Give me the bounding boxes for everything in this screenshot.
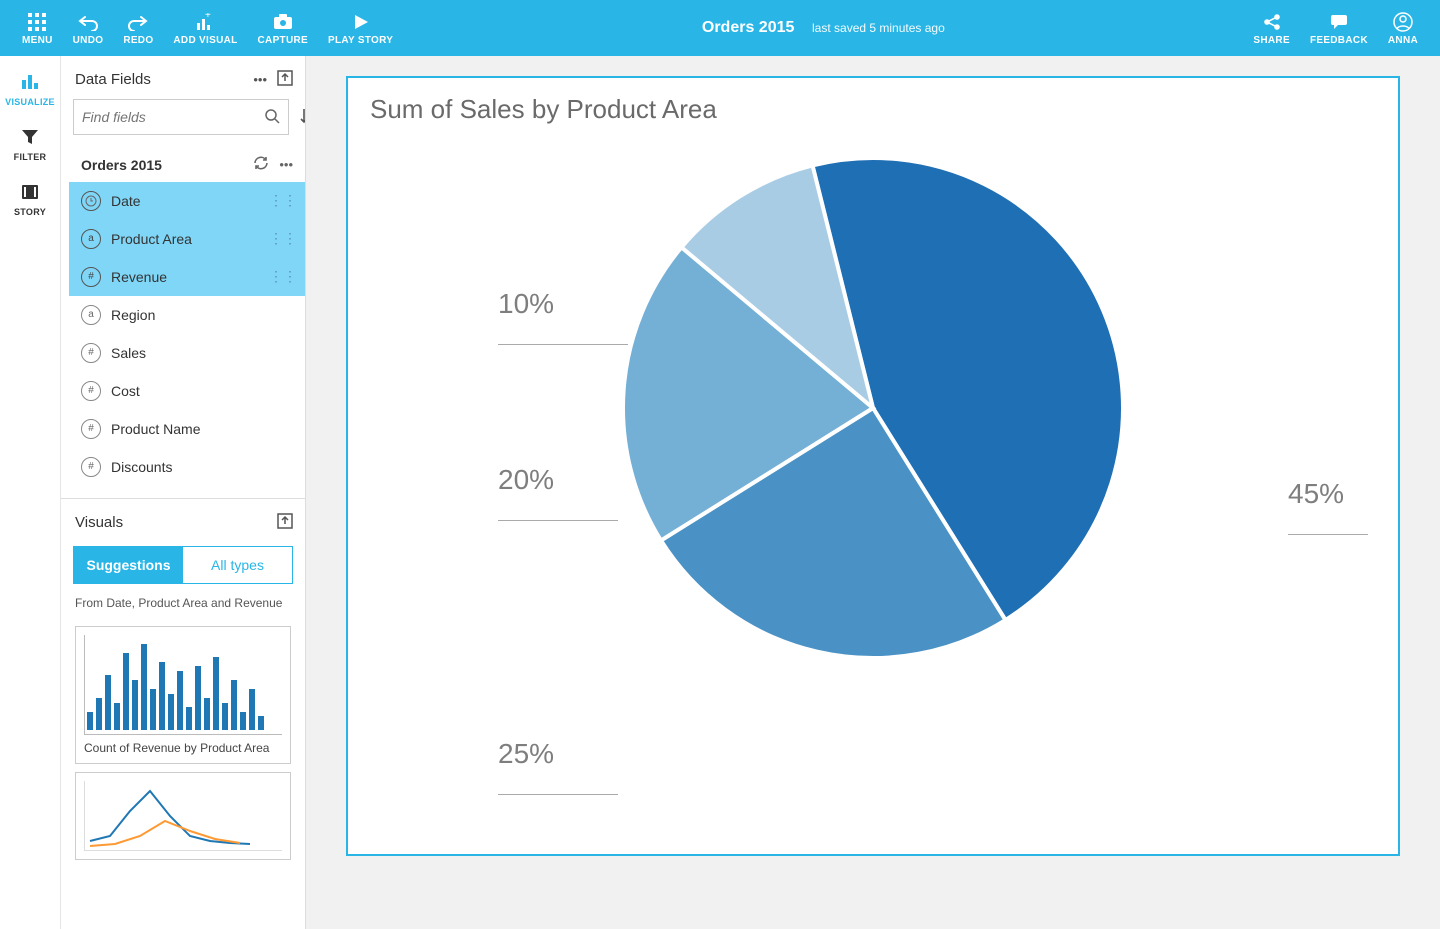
share-label: SHARE xyxy=(1253,35,1290,46)
document-title: Orders 2015 xyxy=(702,19,795,36)
rail-story-label: STORY xyxy=(14,207,46,217)
top-toolbar: MENU UNDO REDO + ADD VISUAL CAPTURE PLAY… xyxy=(0,0,1440,56)
field-label: Sales xyxy=(111,345,305,361)
field-item[interactable]: # Sales xyxy=(69,334,305,372)
capture-button[interactable]: CAPTURE xyxy=(248,7,318,50)
grid-menu-icon xyxy=(28,11,46,33)
filter-icon xyxy=(21,129,39,148)
more-icon[interactable]: ••• xyxy=(253,72,267,87)
bar-thumbnail-icon xyxy=(84,635,282,735)
field-item[interactable]: # Product Name xyxy=(69,410,305,448)
sort-toggle-icon[interactable] xyxy=(299,107,306,128)
field-item[interactable]: # Discounts xyxy=(69,448,305,486)
rail-filter-label: FILTER xyxy=(14,152,47,162)
menu-label: MENU xyxy=(22,35,53,46)
fields-panel: Data Fields ••• Orders 2015 ••• Date⋮⋮aP… xyxy=(60,56,306,929)
tab-all-types[interactable]: All types xyxy=(183,547,292,583)
search-input[interactable] xyxy=(82,109,264,125)
visual-suggestion-thumb-2[interactable] xyxy=(75,772,291,860)
play-story-button[interactable]: PLAY STORY xyxy=(318,7,403,50)
line-thumbnail-icon xyxy=(84,781,282,851)
undo-icon xyxy=(78,11,98,33)
chart-title: Sum of Sales by Product Area xyxy=(370,94,1376,125)
dataset-more-icon[interactable]: ••• xyxy=(279,157,293,172)
user-label: ANNA xyxy=(1388,35,1418,46)
search-icon xyxy=(264,108,280,127)
drag-handle-icon[interactable]: ⋮⋮ xyxy=(269,230,297,247)
drag-handle-icon[interactable]: ⋮⋮ xyxy=(269,192,297,209)
pie-label-45: 45% xyxy=(1288,478,1368,542)
field-label: Region xyxy=(111,307,305,323)
story-icon xyxy=(21,184,39,203)
refresh-icon[interactable] xyxy=(253,155,269,174)
upload-visual-icon[interactable] xyxy=(277,513,293,532)
field-type-icon: a xyxy=(81,305,101,325)
rail-visualize-label: VISUALIZE xyxy=(5,97,55,107)
panel-title-visuals: Visuals xyxy=(75,514,267,531)
upload-dataset-icon[interactable] xyxy=(277,70,293,89)
pie-label-20: 20% xyxy=(498,464,618,528)
share-button[interactable]: SHARE xyxy=(1243,7,1300,50)
redo-button[interactable]: REDO xyxy=(113,7,163,50)
share-icon xyxy=(1263,11,1281,33)
field-item[interactable]: # Revenue⋮⋮ xyxy=(69,258,305,296)
field-type-icon: # xyxy=(81,267,101,287)
field-type-icon: a xyxy=(81,229,101,249)
user-avatar-icon xyxy=(1393,11,1413,33)
add-visual-icon: + xyxy=(195,11,215,33)
field-item[interactable]: Date⋮⋮ xyxy=(69,182,305,220)
bar-chart-icon xyxy=(20,72,40,93)
field-type-icon: # xyxy=(81,419,101,439)
field-item[interactable]: a Region xyxy=(69,296,305,334)
play-story-label: PLAY STORY xyxy=(328,35,393,46)
add-visual-button[interactable]: + ADD VISUAL xyxy=(163,7,247,50)
field-type-icon xyxy=(81,191,101,211)
capture-label: CAPTURE xyxy=(258,35,308,46)
camera-icon xyxy=(273,11,293,33)
visualization-card[interactable]: Sum of Sales by Product Area 45% 25% 20%… xyxy=(346,76,1400,856)
field-type-icon: # xyxy=(81,343,101,363)
add-visual-label: ADD VISUAL xyxy=(173,35,237,46)
fields-list: Date⋮⋮aProduct Area⋮⋮#Revenue⋮⋮aRegion#S… xyxy=(61,182,305,486)
field-type-icon: # xyxy=(81,457,101,477)
suggestions-caption: From Date, Product Area and Revenue xyxy=(61,596,305,620)
undo-button[interactable]: UNDO xyxy=(63,7,114,50)
field-label: Product Name xyxy=(111,421,305,437)
thumb-1-label: Count of Revenue by Product Area xyxy=(84,741,282,755)
field-label: Product Area xyxy=(111,231,269,247)
visual-suggestion-thumb-1[interactable]: Count of Revenue by Product Area xyxy=(75,626,291,764)
drag-handle-icon[interactable]: ⋮⋮ xyxy=(269,268,297,285)
feedback-label: FEEDBACK xyxy=(1310,35,1368,46)
dataset-name[interactable]: Orders 2015 xyxy=(81,157,243,173)
left-rail: VISUALIZE FILTER STORY xyxy=(0,56,60,929)
pie-label-25: 25% xyxy=(498,738,618,802)
field-label: Revenue xyxy=(111,269,269,285)
field-label: Date xyxy=(111,193,269,209)
panel-title-data-fields: Data Fields xyxy=(75,71,243,88)
redo-icon xyxy=(128,11,148,33)
feedback-button[interactable]: FEEDBACK xyxy=(1300,7,1378,50)
undo-label: UNDO xyxy=(73,35,104,46)
feedback-icon xyxy=(1330,11,1348,33)
field-item[interactable]: # Cost xyxy=(69,372,305,410)
document-title-area: Orders 2015 last saved 5 minutes ago xyxy=(403,19,1243,37)
menu-button[interactable]: MENU xyxy=(12,7,63,50)
pie-label-10: 10% xyxy=(498,288,628,352)
canvas-area: Sum of Sales by Product Area 45% 25% 20%… xyxy=(306,56,1440,929)
pie-chart: 45% 25% 20% 10% xyxy=(348,148,1398,854)
svg-text:+: + xyxy=(205,13,211,21)
play-icon xyxy=(353,11,369,33)
field-item[interactable]: a Product Area⋮⋮ xyxy=(69,220,305,258)
save-status: last saved 5 minutes ago xyxy=(812,21,945,35)
rail-visualize[interactable]: VISUALIZE xyxy=(5,72,55,107)
rail-filter[interactable]: FILTER xyxy=(14,129,47,162)
field-type-icon: # xyxy=(81,381,101,401)
field-label: Cost xyxy=(111,383,305,399)
tab-suggestions[interactable]: Suggestions xyxy=(74,547,183,583)
rail-story[interactable]: STORY xyxy=(14,184,46,217)
search-fields-box[interactable] xyxy=(73,99,289,135)
redo-label: REDO xyxy=(123,35,153,46)
field-label: Discounts xyxy=(111,459,305,475)
user-menu-button[interactable]: ANNA xyxy=(1378,7,1428,50)
